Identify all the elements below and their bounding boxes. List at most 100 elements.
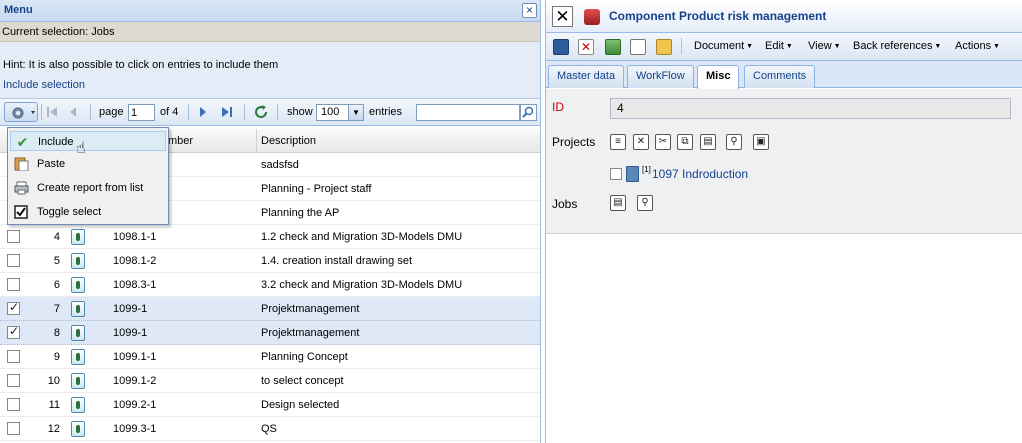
search-button[interactable]: [520, 104, 537, 121]
first-page-icon[interactable]: [46, 106, 58, 118]
row-checkbox[interactable]: [7, 254, 20, 267]
cut-icon[interactable]: ✂: [655, 134, 671, 150]
view-menu[interactable]: View: [808, 40, 841, 52]
actions-menu[interactable]: Actions: [955, 40, 1000, 52]
jobs-label: Jobs: [552, 197, 578, 211]
job-description: Projektmanagement: [261, 327, 360, 339]
job-icon[interactable]: [71, 373, 85, 389]
tab-workflow[interactable]: WorkFlow: [627, 65, 694, 88]
job-number: 1099.1-1: [113, 351, 157, 363]
menu-item-create-report[interactable]: Create report from list: [10, 178, 166, 198]
menu-item-label: Paste: [37, 158, 66, 170]
paste-icon[interactable]: ▤: [700, 134, 716, 150]
row-checkbox[interactable]: [7, 398, 20, 411]
include-selection-link[interactable]: Include selection: [3, 79, 85, 91]
menu-item-paste[interactable]: Paste: [10, 154, 166, 174]
search-input[interactable]: [416, 104, 520, 121]
close-icon[interactable]: ×: [522, 3, 537, 18]
row-checkbox[interactable]: [7, 422, 20, 435]
copy-icon[interactable]: [630, 39, 646, 55]
prev-page-icon[interactable]: [67, 106, 79, 118]
job-description: 3.2 check and Migration 3D-Models DMU: [261, 279, 463, 291]
id-field[interactable]: 4: [610, 98, 1011, 119]
job-icon[interactable]: [71, 349, 85, 365]
table-row[interactable]: 9 1099.1-1 Planning Concept: [0, 345, 540, 369]
job-icon[interactable]: [71, 325, 85, 341]
job-icon[interactable]: [71, 301, 85, 317]
menu-item-label: Create report from list: [37, 182, 144, 194]
row-checkbox[interactable]: [7, 300, 20, 315]
table-row[interactable]: 10 1099.1-2 to select concept: [0, 369, 540, 393]
gear-menu-button[interactable]: [4, 102, 38, 122]
table-row[interactable]: 4 1098.1-1 1.2 check and Migration 3D-Mode…: [0, 225, 540, 249]
refresh-icon[interactable]: [253, 104, 269, 120]
row-number: 5: [53, 255, 60, 267]
tab-misc[interactable]: Misc: [697, 65, 740, 89]
job-icon[interactable]: [71, 277, 85, 293]
job-icon[interactable]: [71, 397, 85, 413]
row-checkbox[interactable]: [7, 324, 20, 339]
search-icon[interactable]: ⚲: [726, 134, 742, 150]
job-number: 1099.2-1: [113, 399, 157, 411]
table-row[interactable]: 8 1099-1 Projektmanagement: [0, 321, 540, 345]
page-label: page: [99, 106, 124, 118]
delete-icon[interactable]: ✕: [578, 39, 594, 55]
table-row[interactable]: 7 1099-1 Projektmanagement: [0, 297, 540, 321]
context-menu: ✔ Include Paste Create report from list …: [7, 127, 169, 225]
row-number: 4: [53, 231, 60, 243]
hint-text: Hint: It is also possible to click on en…: [3, 59, 279, 71]
job-number: 1099-1: [113, 303, 148, 315]
job-icon[interactable]: [71, 229, 85, 245]
hint-area: Hint: It is also possible to click on en…: [0, 42, 540, 98]
row-checkbox[interactable]: [7, 350, 20, 363]
remove-icon[interactable]: ✕: [633, 134, 649, 150]
save-icon[interactable]: [553, 39, 569, 55]
next-page-icon[interactable]: [197, 106, 209, 118]
id-label: ID: [552, 100, 564, 114]
row-checkbox[interactable]: [7, 374, 20, 387]
document-title: Component Product risk management: [609, 9, 827, 23]
page-number-input[interactable]: [128, 104, 155, 121]
page-size-value: 100: [321, 106, 340, 118]
document-title-bar: ✕ Component Product risk management: [546, 0, 1022, 33]
paste-icon[interactable]: ▤: [610, 195, 626, 211]
tab-comments[interactable]: Comments: [744, 65, 816, 88]
menu-item-include[interactable]: ✔ Include: [10, 131, 166, 151]
table-row[interactable]: 6 1098.3-1 3.2 check and Migration 3D-Mode…: [0, 273, 540, 297]
search-icon[interactable]: ⚲: [637, 195, 653, 211]
back-references-menu[interactable]: Back references: [853, 40, 941, 52]
tab-master-data[interactable]: Master data: [548, 65, 625, 88]
edit-menu[interactable]: Edit: [765, 40, 793, 52]
upload-icon[interactable]: [605, 39, 621, 55]
document-menu[interactable]: Document: [694, 40, 753, 52]
close-icon[interactable]: ✕: [552, 6, 573, 27]
table-row[interactable]: 11 1099.2-1 Design selected: [0, 393, 540, 417]
project-checkbox[interactable]: [610, 168, 622, 180]
print-icon[interactable]: ▣: [753, 134, 769, 150]
chevron-down-icon[interactable]: ▼: [348, 105, 363, 120]
row-checkbox[interactable]: [7, 230, 20, 243]
last-page-icon[interactable]: [221, 106, 233, 118]
table-row[interactable]: 5 1098.1-2 1.4. creation install drawing s…: [0, 249, 540, 273]
folder-icon[interactable]: [656, 39, 672, 55]
menu-header: Menu ×: [0, 0, 540, 22]
job-number: 1099.1-2: [113, 375, 157, 387]
job-icon[interactable]: [71, 421, 85, 437]
row-checkbox[interactable]: [7, 278, 20, 291]
menu-item-toggle-select[interactable]: Toggle select: [10, 202, 166, 222]
document-tabs: Master data WorkFlow Misc Comments: [546, 61, 1022, 89]
job-icon[interactable]: [71, 253, 85, 269]
list-icon[interactable]: ≡: [610, 134, 626, 150]
job-number: 1098.1-2: [113, 255, 157, 267]
table-row[interactable]: 12 1099.3-1 QS: [0, 417, 540, 441]
project-index: [1]: [642, 165, 651, 174]
project-link[interactable]: 1097 Indroduction: [652, 167, 748, 181]
search-icon: [522, 106, 534, 118]
job-number: 1098.3-1: [113, 279, 157, 291]
job-description: QS: [261, 423, 277, 435]
job-description: to select concept: [261, 375, 344, 387]
page-size-select[interactable]: 100 ▼: [316, 104, 364, 121]
menu-item-label: Toggle select: [37, 206, 102, 218]
copy-icon[interactable]: ⧉: [677, 134, 693, 150]
description-column-header[interactable]: Description: [256, 129, 540, 153]
